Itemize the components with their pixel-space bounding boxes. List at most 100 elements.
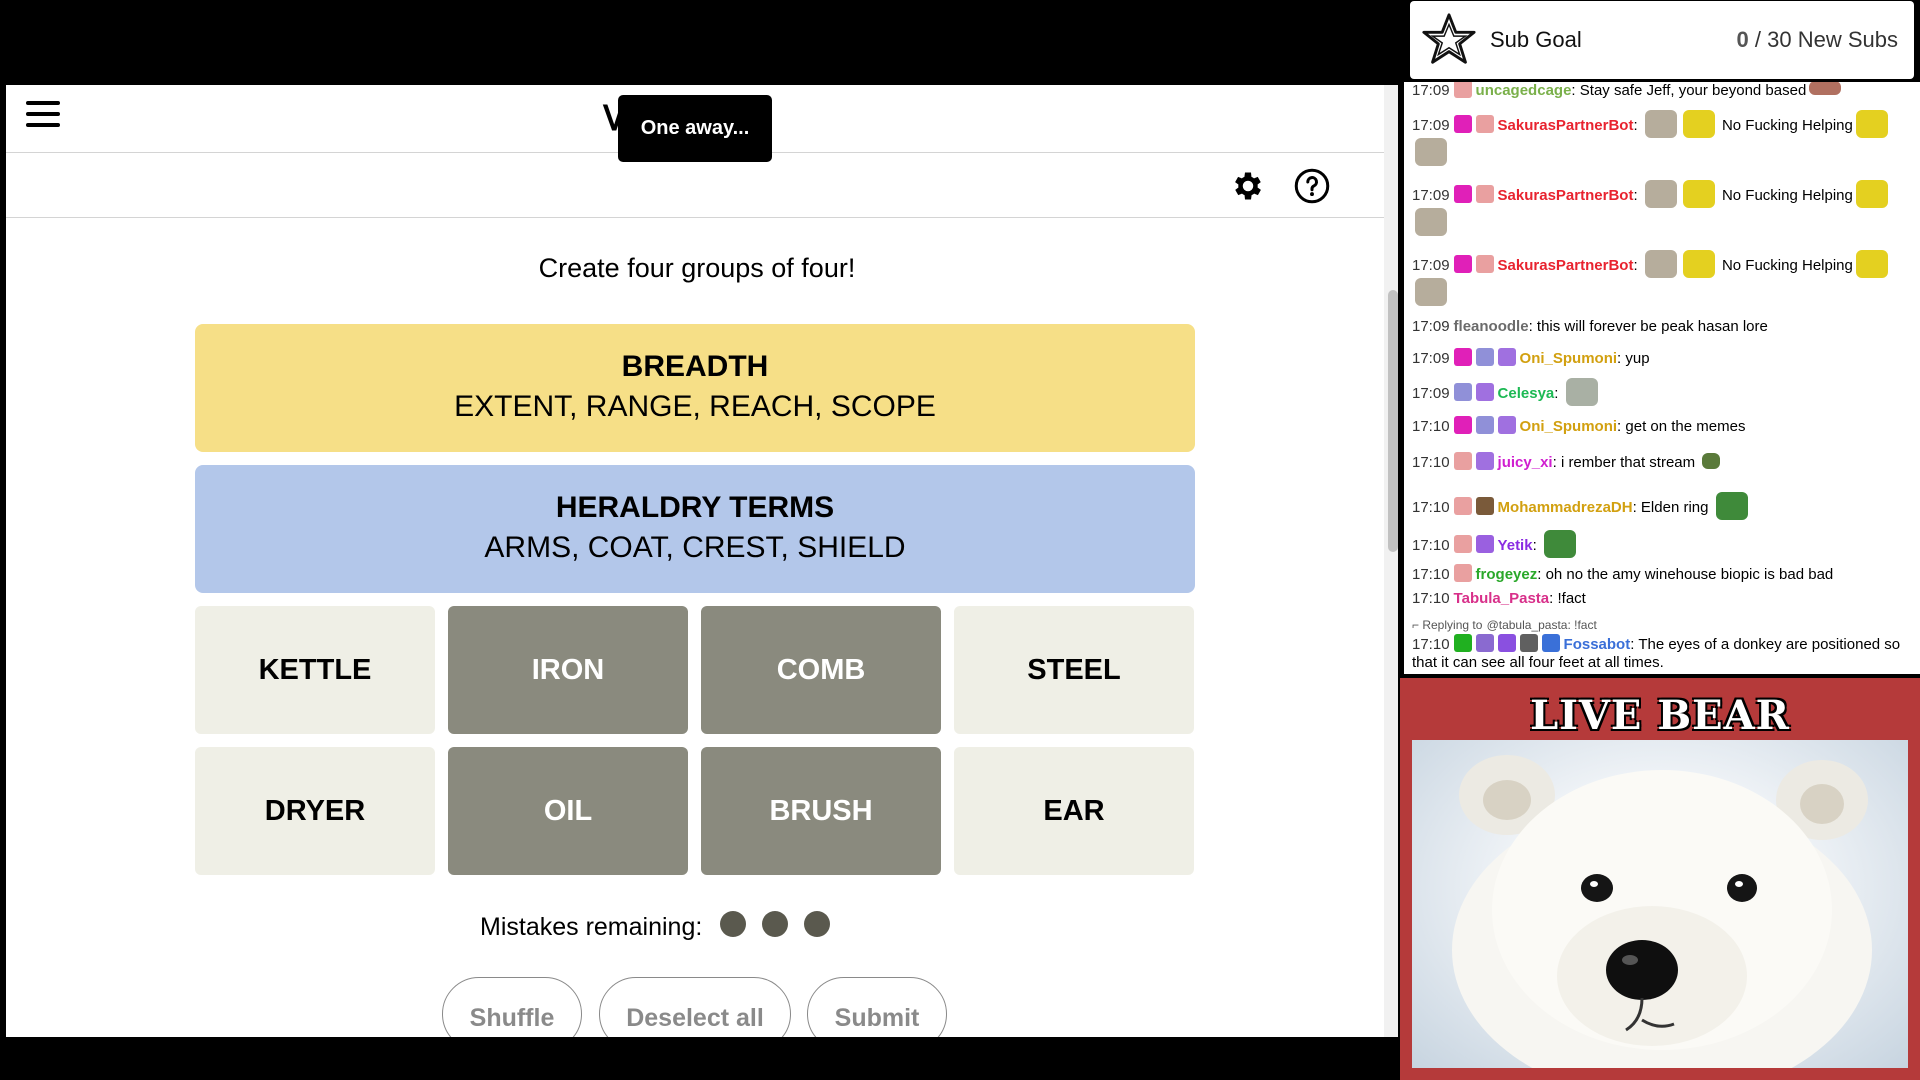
reply-handle[interactable]: @tabula_pasta <box>1487 618 1568 632</box>
pepe-emote-icon <box>1715 492 1748 520</box>
chat-username[interactable]: frogeyez <box>1476 566 1538 583</box>
sub-badge-icon <box>1453 82 1472 98</box>
mistake-dot <box>804 910 831 937</box>
word-tile-iron[interactable]: IRON <box>448 606 688 734</box>
sub-goal-current: 0 <box>1736 27 1749 52</box>
word-tile-oil[interactable]: OIL <box>448 747 688 875</box>
shuffle-button[interactable]: Shuffle <box>442 977 582 1037</box>
chat-username[interactable]: fleanoodle <box>1454 318 1529 335</box>
chat-message: 17:09 fleanoodle: this will forever be pe… <box>1412 318 1768 335</box>
chat-username[interactable]: Yetik <box>1498 537 1533 554</box>
chat-time: 17:10 <box>1412 418 1450 435</box>
group-words: EXTENT, RANGE, REACH, SCOPE <box>454 390 936 423</box>
chat-username[interactable]: juicy_xi <box>1498 454 1553 471</box>
chat-time: 17:09 <box>1412 187 1450 204</box>
sub-badge-icon <box>1453 452 1472 470</box>
chat-message: 17:09 SakurasPartnerBot: No Fucking Helpi… <box>1412 250 1912 306</box>
verified-badge-icon <box>1497 634 1516 652</box>
chat-text: get on the memes <box>1625 418 1746 435</box>
help-icon[interactable] <box>1294 168 1330 204</box>
heart-badge-icon <box>1453 255 1472 273</box>
sub-goal-title: Sub Goal <box>1490 27 1582 52</box>
chat-username[interactable]: Oni_Spumoni <box>1520 418 1618 435</box>
bear-emote-icon <box>1415 208 1447 236</box>
chat-username[interactable]: Celesya <box>1498 385 1555 402</box>
scrollbar-thumb[interactable] <box>1388 290 1398 552</box>
chat-message: 17:10 Yetik: <box>1412 530 1912 558</box>
toast-message: One away... <box>618 95 772 162</box>
polar-bear-image <box>1412 740 1908 1068</box>
chat-username[interactable]: Oni_Spumoni <box>1520 350 1618 367</box>
scrollbar-track[interactable] <box>1384 85 1398 1037</box>
sub-goal-count: 0 / 30 New Subs <box>1737 27 1898 53</box>
bear-emote-icon <box>1644 180 1677 208</box>
heart-badge-icon <box>1453 416 1472 434</box>
badge-icon <box>1475 634 1494 652</box>
gear-icon[interactable] <box>1230 168 1266 204</box>
chat-text: oh no the amy winehouse biopic is bad ba… <box>1545 566 1834 583</box>
heart-badge-icon <box>1453 348 1472 366</box>
chat-text: Stay safe Jeff, your beyond based <box>1579 82 1807 99</box>
stream-layout: Ꮩ One away... Create four groups of four… <box>0 0 1920 1080</box>
word-tile-kettle[interactable]: KETTLE <box>195 606 435 734</box>
reply-text: !fact <box>1574 618 1597 632</box>
gear-badge-icon <box>1519 634 1538 652</box>
chat-text: Elden ring <box>1640 499 1709 516</box>
chat-username[interactable]: Fossabot <box>1564 636 1631 653</box>
emote-icon <box>1855 250 1888 278</box>
chat-time: 17:09 <box>1412 117 1450 134</box>
chat-message: 17:10 Oni_Spumoni: get on the memes <box>1412 416 1746 435</box>
chat-time: 17:10 <box>1412 537 1450 554</box>
anniversary-badge-icon <box>1475 452 1494 470</box>
emote-icon <box>1682 250 1715 278</box>
chat-message: 17:10 Fossabot: The eyes of a donkey are … <box>1412 634 1901 671</box>
chat-message: 17:10 juicy_xi: i rember that stream <box>1412 452 1912 472</box>
mistake-dot <box>762 910 789 937</box>
chat-username[interactable]: MohammadrezaDH <box>1498 499 1633 516</box>
chat-time: 17:10 <box>1412 590 1450 607</box>
emote-icon <box>1855 110 1888 138</box>
chat-username[interactable]: SakurasPartnerBot <box>1498 257 1634 274</box>
chat-text: this will forever be peak hasan lore <box>1536 318 1768 335</box>
polar-bear-illustration <box>1452 755 1872 1068</box>
sub-badge-icon <box>1475 255 1494 273</box>
emote-icon <box>1565 378 1598 406</box>
chat-reply-context: ⌐ Replying to @tabula_pasta: !fact <box>1412 618 1597 632</box>
hamburger-menu-icon[interactable] <box>26 101 60 131</box>
word-tile-comb[interactable]: COMB <box>701 606 941 734</box>
word-tile-brush[interactable]: BRUSH <box>701 747 941 875</box>
word-tile-ear[interactable]: EAR <box>954 747 1194 875</box>
bear-emote-icon <box>1415 278 1447 306</box>
word-tile-steel[interactable]: STEEL <box>954 606 1194 734</box>
bear-emote-icon <box>1415 138 1447 166</box>
site-header: Ꮩ One away... <box>6 85 1388 162</box>
bear-reaction-panel: LIVE BEAR REACTION <box>1400 678 1920 1080</box>
submit-button[interactable]: Submit <box>807 977 947 1037</box>
chat-text: No Fucking Helping <box>1721 117 1853 134</box>
chat-message: 17:10 MohammadrezaDH: Elden ring <box>1412 492 1912 520</box>
mistake-dot <box>720 910 747 937</box>
sub-badge-icon <box>1475 185 1494 203</box>
word-tile-dryer[interactable]: DRYER <box>195 747 435 875</box>
mod-badge-icon <box>1453 634 1472 652</box>
sub-badge-icon <box>1475 348 1494 366</box>
sub-badge-icon <box>1453 564 1472 582</box>
chat-text: i rember that stream <box>1560 454 1696 471</box>
mistake-dots <box>702 910 831 944</box>
anniversary-badge-icon <box>1475 383 1494 401</box>
chat-username[interactable]: Tabula_Pasta <box>1454 590 1550 607</box>
star-icon <box>1422 13 1476 64</box>
sub-badge-icon <box>1475 416 1494 434</box>
deselect-all-button[interactable]: Deselect all <box>599 977 791 1037</box>
chat-username[interactable]: uncagedcage <box>1476 82 1572 99</box>
chat-time: 17:10 <box>1412 566 1450 583</box>
sub-goal-target: / 30 New Subs <box>1754 27 1898 52</box>
bear-emote-icon <box>1644 250 1677 278</box>
sub-badge-icon <box>1453 497 1472 515</box>
chat-text: No Fucking Helping <box>1721 257 1853 274</box>
emote-icon <box>1809 82 1842 95</box>
bot-badge-icon <box>1541 634 1560 652</box>
mistakes-remaining: Mistakes remaining: <box>480 909 831 945</box>
chat-username[interactable]: SakurasPartnerBot <box>1498 117 1634 134</box>
chat-username[interactable]: SakurasPartnerBot <box>1498 187 1634 204</box>
